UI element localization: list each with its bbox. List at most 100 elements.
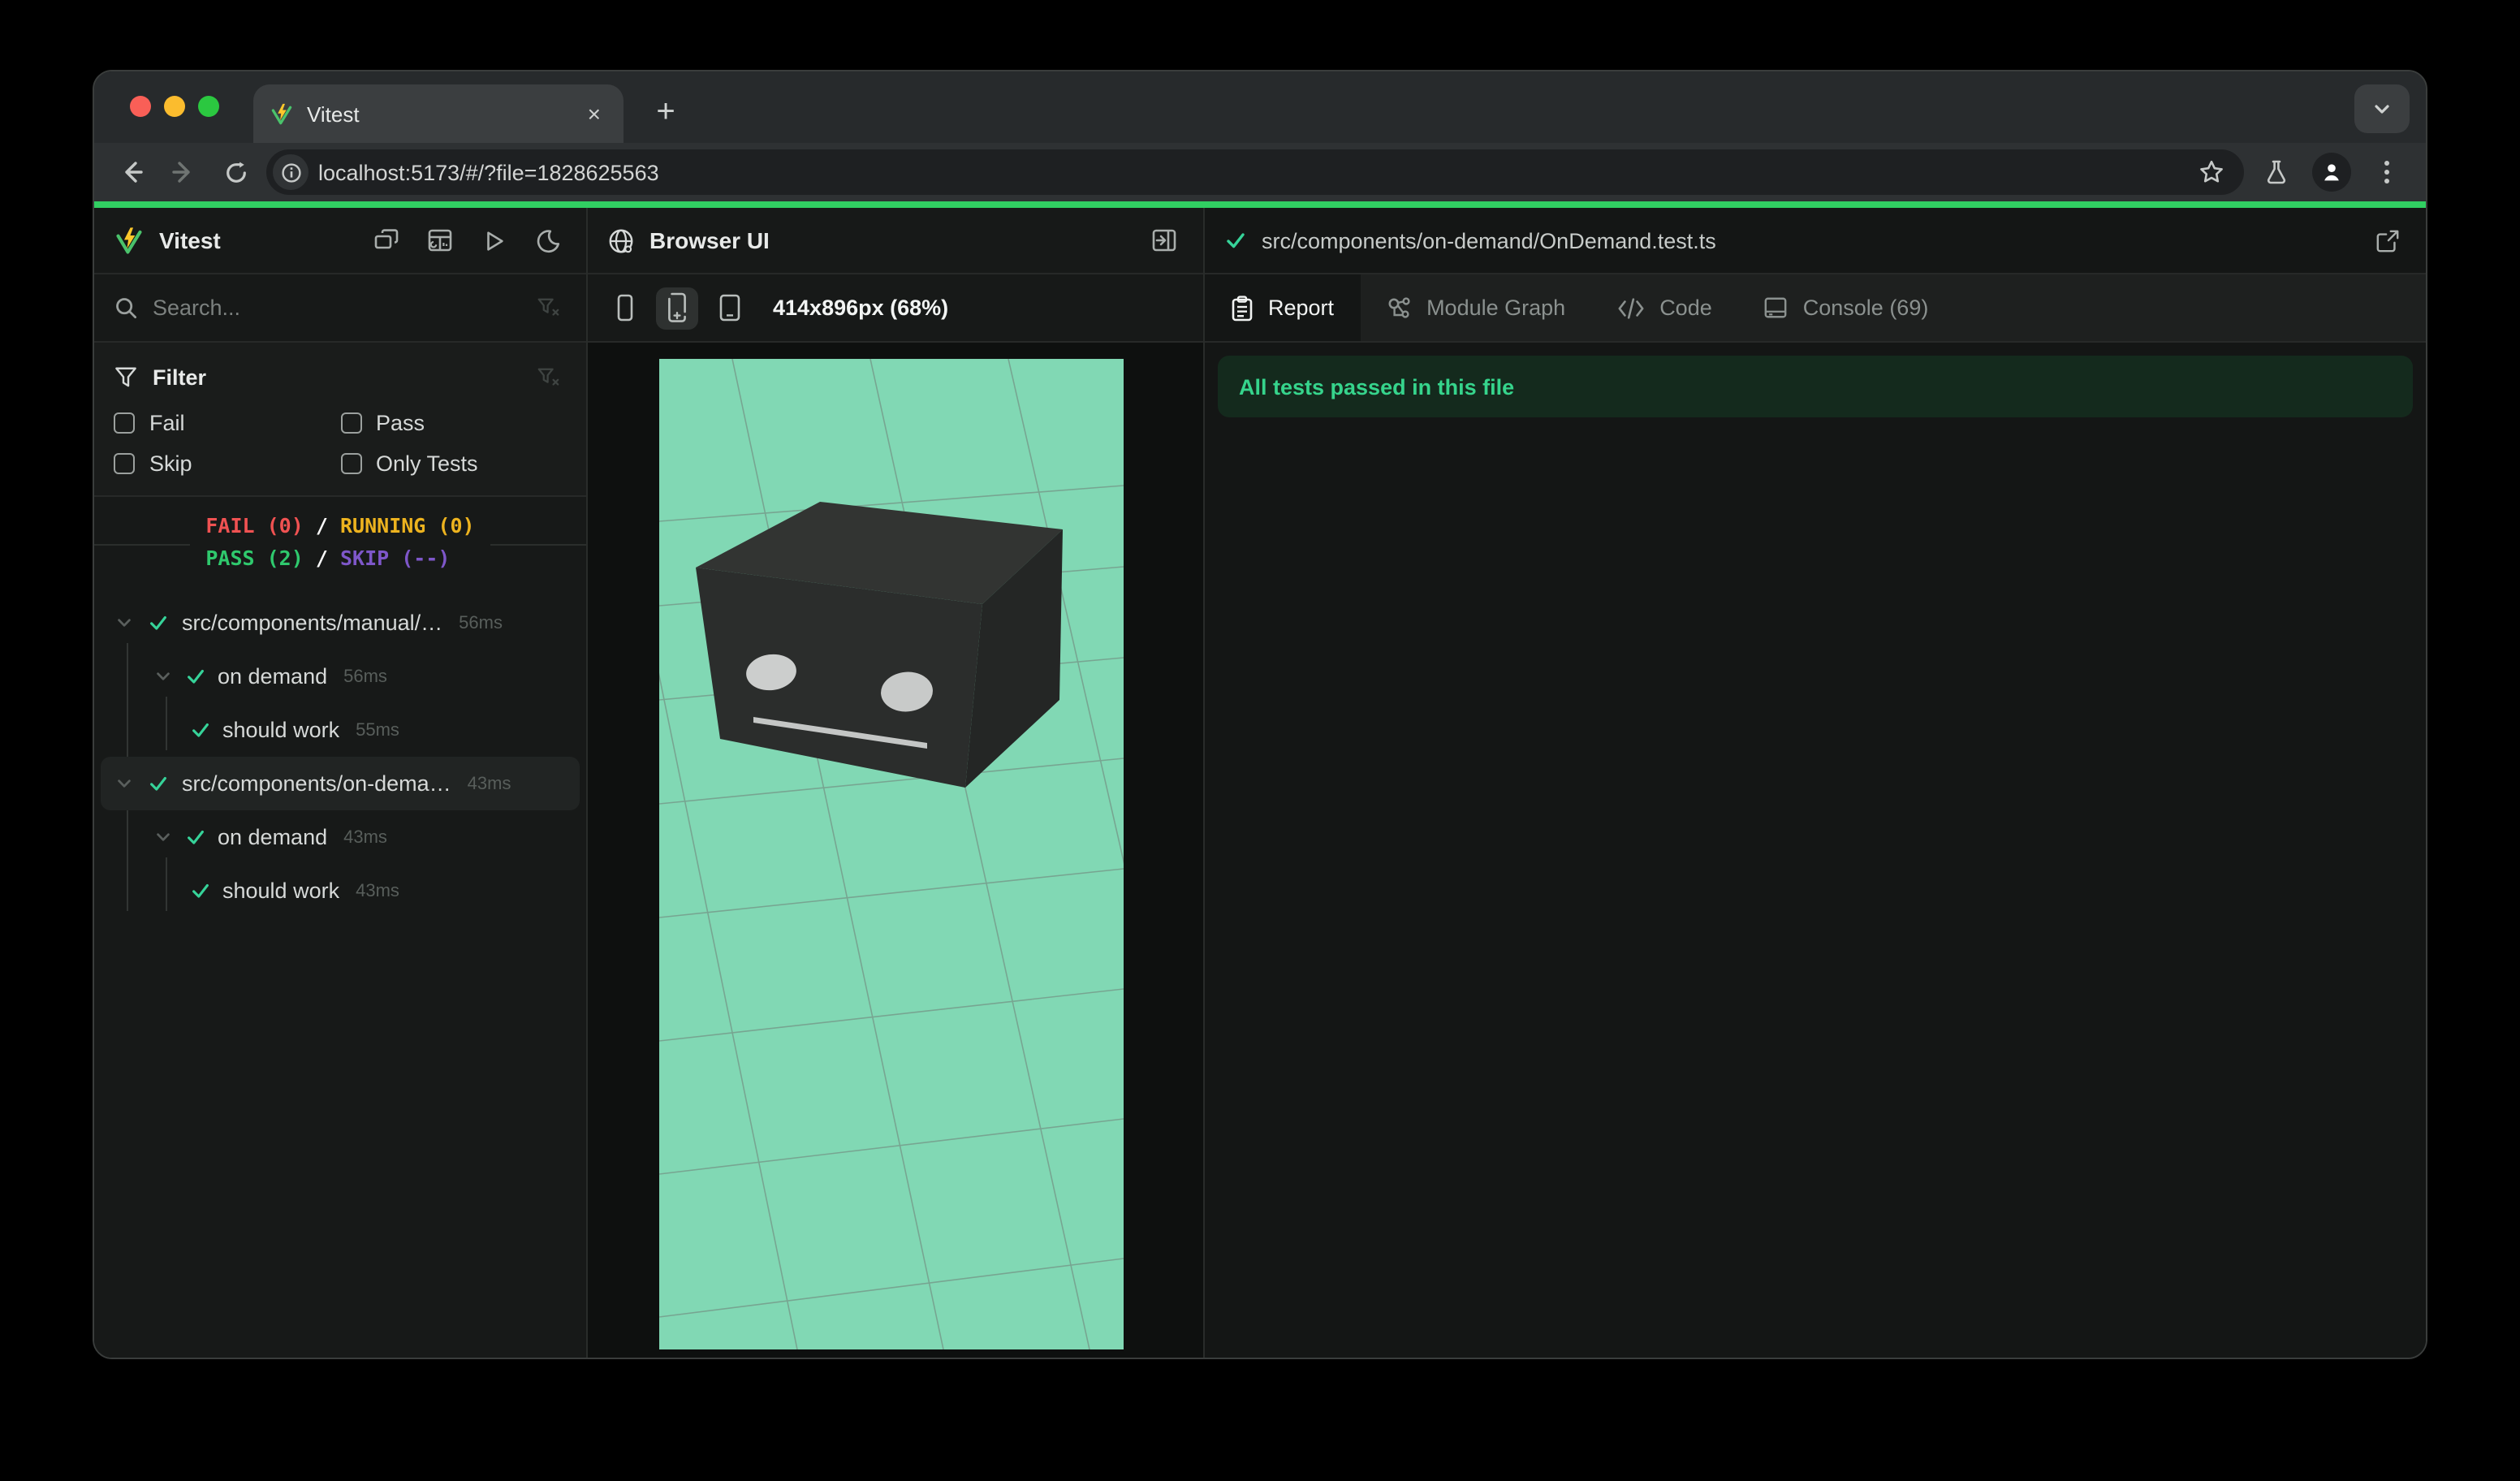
- skip-count: SKIP (--): [340, 546, 451, 570]
- tab-search-button[interactable]: [2354, 84, 2410, 133]
- forward-button[interactable]: [162, 151, 205, 193]
- tab-report[interactable]: Report: [1205, 274, 1361, 341]
- summary-line-2: PASS (2) / SKIP (--): [205, 542, 474, 575]
- chevron-down-icon[interactable]: [114, 775, 133, 792]
- file-header: src/components/on-demand/OnDemand.test.t…: [1205, 208, 2426, 274]
- report-content: All tests passed in this file: [1205, 343, 2426, 1358]
- profile-button[interactable]: [2309, 149, 2354, 195]
- filter-checkbox-pass[interactable]: Pass: [340, 411, 567, 435]
- dock-panel-button[interactable]: [1145, 221, 1184, 260]
- tree-test-row[interactable]: should work 55ms: [101, 703, 580, 757]
- experiments-button[interactable]: [2254, 149, 2299, 195]
- star-icon: [2200, 160, 2223, 183]
- search-input[interactable]: [153, 296, 513, 320]
- fail-count: FAIL (0): [205, 513, 304, 538]
- bookmark-button[interactable]: [2189, 159, 2234, 185]
- browser-ui-panel: Browser UI 414x896px (68%): [588, 208, 1205, 1358]
- tab-module-graph[interactable]: Module Graph: [1360, 274, 1591, 341]
- open-in-editor-button[interactable]: [2367, 221, 2406, 260]
- tab-console[interactable]: Console (69): [1738, 274, 1955, 341]
- test-duration: 43ms: [356, 881, 399, 900]
- suite-name: on demand: [218, 825, 328, 849]
- pass-check-icon: [183, 666, 206, 687]
- url-text[interactable]: localhost:5173/#/?file=1828625563: [318, 160, 2179, 184]
- filter-x-icon: [537, 367, 559, 385]
- tree-suite-row[interactable]: on demand 56ms: [101, 650, 580, 703]
- dashboard-icon: [428, 229, 452, 252]
- filter-checkbox-fail[interactable]: Fail: [114, 411, 340, 435]
- test-duration: 55ms: [356, 720, 399, 740]
- tab-label: Report: [1268, 296, 1335, 320]
- filter-checkbox-skip[interactable]: Skip: [114, 451, 340, 476]
- search-row: [94, 274, 586, 343]
- tablet-icon: [718, 294, 740, 322]
- checkbox-label: Pass: [376, 411, 425, 435]
- report-tabs: Report Module Graph Code Console (69): [1205, 274, 2426, 343]
- back-button[interactable]: [110, 151, 153, 193]
- zoom-window-button[interactable]: [198, 96, 219, 117]
- filter-checkbox-only-tests[interactable]: Only Tests: [340, 451, 567, 476]
- forward-arrow-icon: [172, 162, 190, 183]
- test-file-name: src/components/manual/…: [182, 611, 443, 635]
- tested-app-viewport[interactable]: [659, 359, 1124, 1349]
- tab-label: Code: [1659, 296, 1712, 320]
- clear-filters-button[interactable]: [528, 357, 567, 396]
- clear-search-filter-button[interactable]: [528, 288, 567, 327]
- reload-button[interactable]: [214, 151, 257, 193]
- summary-line-1: FAIL (0) / RUNNING (0): [205, 510, 474, 542]
- chevron-down-icon[interactable]: [153, 667, 172, 685]
- minimize-window-button[interactable]: [164, 96, 185, 117]
- browser-tab[interactable]: Vitest ×: [253, 84, 624, 143]
- all-tests-passed-banner: All tests passed in this file: [1218, 356, 2413, 417]
- search-icon: [116, 298, 137, 319]
- pass-check-icon: [188, 719, 211, 740]
- tab-close-icon[interactable]: ×: [581, 101, 607, 127]
- kebab-menu-icon: [2384, 161, 2389, 184]
- panel-title: Browser UI: [649, 227, 770, 253]
- browser-window: Vitest × + localhost:5173/#/?file=182862…: [93, 70, 2427, 1359]
- globe-icon: [609, 228, 633, 253]
- new-tab-button[interactable]: +: [643, 91, 688, 136]
- moon-icon: [536, 229, 559, 253]
- dark-mode-toggle[interactable]: [528, 221, 567, 260]
- test-name: should work: [222, 718, 340, 742]
- chevron-down-icon[interactable]: [114, 614, 133, 632]
- device-tablet-button[interactable]: [708, 287, 750, 329]
- tree-file-row-selected[interactable]: src/components/on-dema… 43ms: [101, 757, 580, 810]
- test-name: should work: [222, 879, 340, 903]
- tab-code[interactable]: Code: [1591, 274, 1738, 341]
- avatar: [2312, 153, 2351, 192]
- dashboard-button[interactable]: [421, 221, 460, 260]
- console-icon: [1765, 297, 1788, 318]
- tree-suite-row[interactable]: on demand 43ms: [101, 810, 580, 864]
- device-phone-button[interactable]: [656, 287, 698, 329]
- test-tree: src/components/manual/… 56ms on demand 5…: [94, 589, 586, 1358]
- menu-button[interactable]: [2364, 149, 2410, 195]
- checkbox-label: Only Tests: [376, 451, 478, 476]
- ungroup-view-button[interactable]: [367, 221, 406, 260]
- tab-label: Module Graph: [1426, 296, 1566, 320]
- filter-options: Fail Pass Skip Only Tests: [114, 411, 567, 476]
- vitest-logo: [116, 227, 142, 253]
- back-arrow-icon: [125, 162, 143, 183]
- floor-grid: [659, 359, 1124, 1349]
- pass-check-icon: [146, 773, 169, 794]
- browser-toolbar: localhost:5173/#/?file=1828625563: [94, 143, 2426, 201]
- person-icon: [2324, 164, 2339, 181]
- checkbox: [114, 412, 135, 434]
- banner-text: All tests passed in this file: [1239, 374, 1515, 399]
- site-info-button[interactable]: [273, 154, 309, 190]
- close-window-button[interactable]: [130, 96, 151, 117]
- filter-header: Filter: [114, 357, 567, 396]
- tree-file-row[interactable]: src/components/manual/… 56ms: [101, 596, 580, 650]
- device-phone-small-button[interactable]: [604, 287, 646, 329]
- run-all-button[interactable]: [474, 221, 513, 260]
- preview-backdrop: [588, 343, 1203, 1358]
- panel-right-arrow-icon: [1152, 229, 1176, 252]
- checkbox: [340, 412, 361, 434]
- address-bar[interactable]: localhost:5173/#/?file=1828625563: [266, 149, 2244, 195]
- filter-panel: Filter Fail Pass Skip Only Tests: [94, 343, 586, 497]
- chevron-down-icon[interactable]: [153, 828, 172, 846]
- tree-test-row[interactable]: should work 43ms: [101, 864, 580, 918]
- separator: /: [315, 546, 328, 570]
